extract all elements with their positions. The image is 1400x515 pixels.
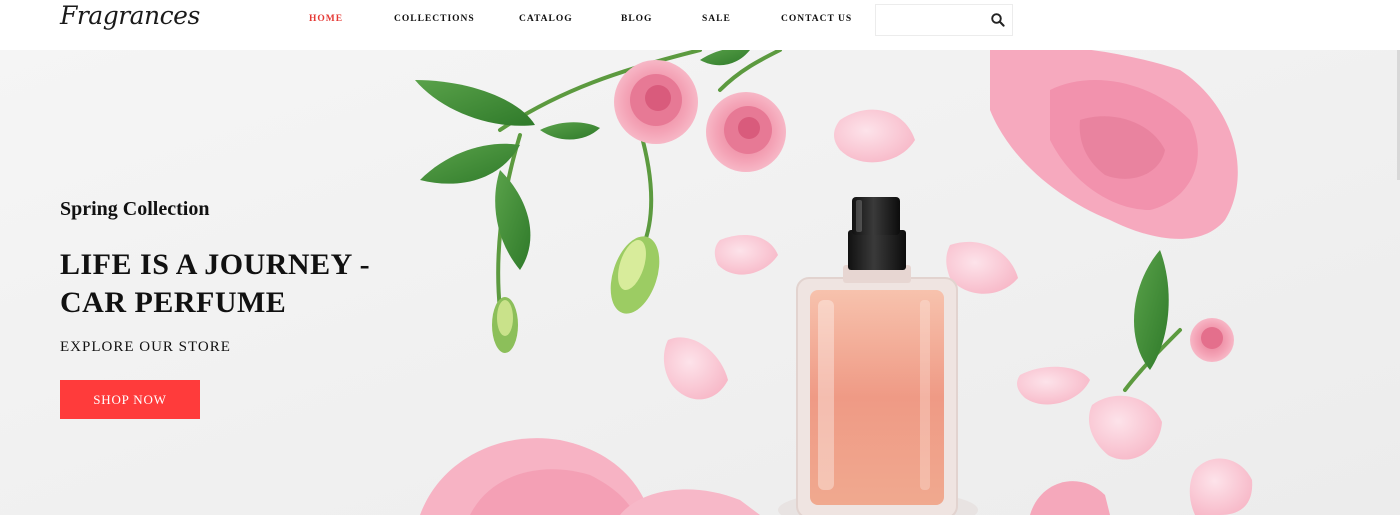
- nav-item-home[interactable]: HOME: [309, 14, 343, 24]
- hero-banner: Spring Collection LIFE IS A JOURNEY - CA…: [0, 50, 1400, 515]
- hero-tagline: EXPLORE OUR STORE: [60, 339, 231, 355]
- search-input[interactable]: [876, 5, 984, 35]
- nav-item-sale[interactable]: SALE: [702, 14, 731, 24]
- search-box: [875, 4, 1013, 36]
- nav-item-catalog[interactable]: CATALOG: [519, 14, 573, 24]
- nav-item-blog[interactable]: BLOG: [621, 14, 652, 24]
- search-icon[interactable]: [990, 12, 1006, 28]
- hero-subtitle: Spring Collection: [60, 198, 210, 220]
- site-header: Fragrances HOME COLLECTIONS CATALOG BLOG…: [0, 0, 1400, 50]
- nav-item-contact-us[interactable]: CONTACT US: [781, 14, 852, 24]
- shop-now-button[interactable]: SHOP NOW: [60, 380, 200, 419]
- nav-item-collections[interactable]: COLLECTIONS: [394, 14, 475, 24]
- hero-headline: LIFE IS A JOURNEY - CAR PERFUME: [60, 248, 371, 319]
- site-logo[interactable]: Fragrances: [60, 1, 200, 30]
